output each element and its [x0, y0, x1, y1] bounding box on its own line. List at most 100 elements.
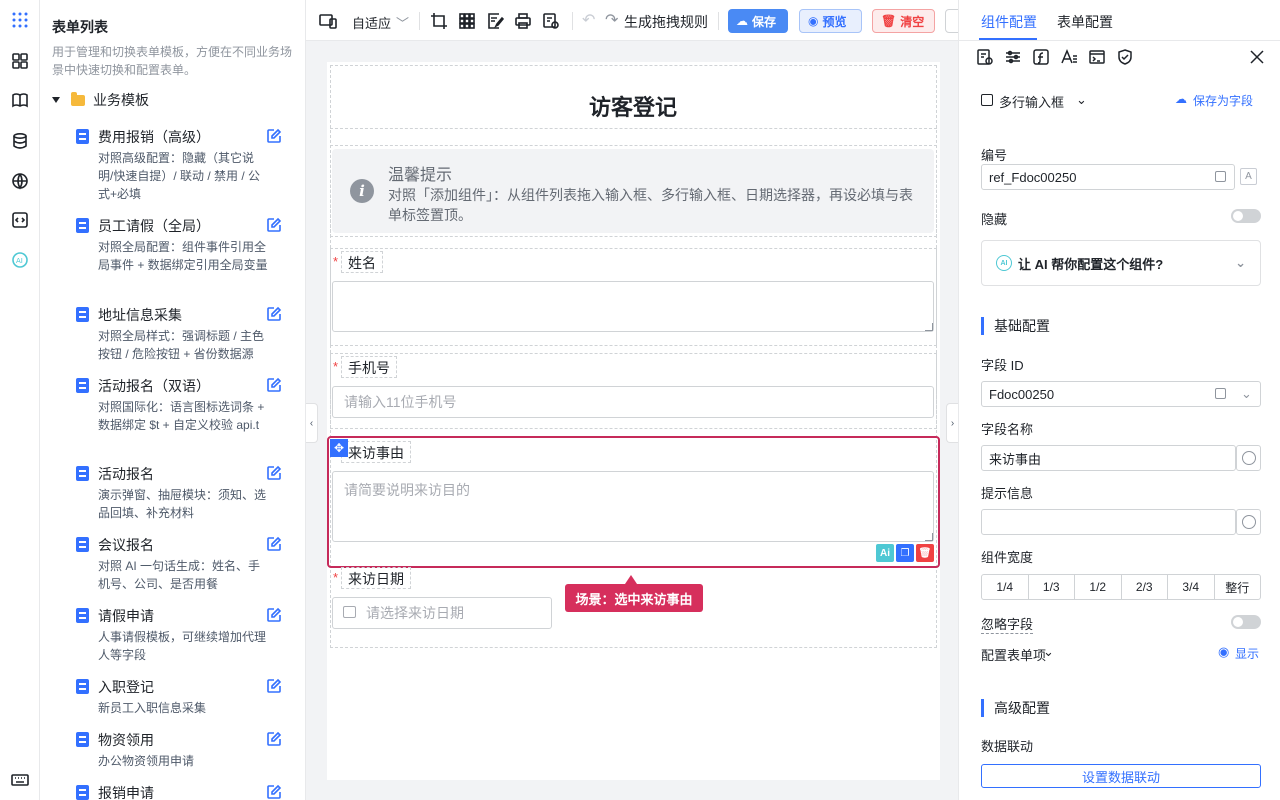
function-icon[interactable]	[1032, 48, 1050, 66]
ai-action-icon[interactable]: Ai	[876, 544, 894, 562]
width-option[interactable]: 1/2	[1075, 575, 1122, 599]
code-icon[interactable]	[10, 210, 30, 230]
globe-icon	[1242, 515, 1256, 529]
config-items-toggle[interactable]: 配置表单项	[981, 645, 1046, 664]
caret-down-icon	[52, 97, 60, 103]
sliders-icon[interactable]	[1004, 48, 1022, 66]
hint-input[interactable]	[981, 509, 1236, 535]
save-button[interactable]: ☁ 保存	[728, 9, 788, 33]
edit-icon[interactable]	[266, 128, 282, 144]
item-name: 物资领用	[98, 732, 154, 748]
document-icon	[76, 732, 89, 747]
ai-icon[interactable]: AI	[10, 250, 30, 270]
hidden-toggle[interactable]	[1231, 209, 1261, 223]
form-settings-icon[interactable]	[976, 48, 994, 66]
chevron-down-icon[interactable]: ⌄	[1241, 386, 1252, 402]
date-picker[interactable]: 请选择来访日期	[332, 597, 552, 629]
tree-group-business[interactable]: 业务模板	[52, 90, 149, 110]
field-name-input[interactable]: 来访事由	[981, 445, 1236, 471]
edit-icon[interactable]	[266, 784, 282, 800]
shield-icon[interactable]	[1116, 48, 1134, 66]
folder-icon	[71, 91, 85, 106]
ai-config-collapse[interactable]: AI 让 AI 帮你配置这个组件? ⌄	[981, 240, 1261, 286]
width-option[interactable]: 2/3	[1122, 575, 1168, 599]
book-icon[interactable]	[10, 90, 30, 110]
tab-form-config[interactable]: 表单配置	[1057, 12, 1113, 32]
width-option[interactable]: 1/4	[982, 575, 1029, 599]
copy-icon[interactable]	[1215, 171, 1226, 182]
terminal-icon[interactable]	[1088, 48, 1106, 66]
move-icon[interactable]: ✥	[330, 439, 348, 457]
ai-prompt-text: 让 AI 帮你配置这个组件?	[1018, 256, 1164, 272]
item-name: 地址信息采集	[98, 307, 182, 323]
ignore-field-label: 忽略字段	[981, 614, 1034, 634]
device-icon[interactable]	[319, 12, 337, 30]
collapse-right-button[interactable]: ›	[946, 403, 958, 443]
width-option[interactable]: 3/4	[1168, 575, 1215, 599]
edit-icon[interactable]	[266, 536, 282, 552]
tip-alert[interactable]: i 温馨提示 对照「添加组件」：从组件列表拖入输入框、多行输入框、日期选择器，再…	[332, 149, 934, 233]
component-type-select[interactable]: 多行输入框	[999, 92, 1064, 111]
text-style-icon[interactable]	[1060, 48, 1078, 66]
database-icon[interactable]	[10, 131, 30, 151]
keyboard-icon[interactable]	[10, 770, 30, 790]
phone-input[interactable]: 请输入11位手机号	[332, 386, 934, 418]
document-icon	[76, 537, 89, 552]
collapse-left-button[interactable]: ‹	[306, 403, 318, 443]
item-name: 入职登记	[98, 679, 154, 695]
icon-rail: AI	[0, 0, 40, 800]
edit-icon[interactable]	[266, 217, 282, 233]
text-format-icon[interactable]: A	[1240, 168, 1257, 185]
width-option[interactable]: 整行	[1215, 575, 1261, 599]
crop-icon[interactable]	[430, 12, 448, 30]
template-icon[interactable]	[542, 12, 560, 30]
print-icon[interactable]	[514, 12, 532, 30]
date-placeholder: 请选择来访日期	[366, 605, 464, 621]
save-as-field-button[interactable]: 保存为字段	[1193, 92, 1253, 109]
name-textarea[interactable]	[332, 281, 934, 332]
copy-icon[interactable]: ❐	[896, 544, 914, 562]
clear-label: 清空	[900, 14, 925, 29]
info-icon: i	[350, 179, 374, 203]
resize-handle[interactable]	[925, 323, 933, 331]
edit-icon[interactable]	[266, 678, 282, 694]
item-name: 报销申请	[98, 785, 154, 800]
show-button[interactable]: 显示	[1235, 645, 1259, 662]
width-option[interactable]: 1/3	[1029, 575, 1075, 599]
close-icon[interactable]	[1248, 48, 1266, 66]
delete-icon[interactable]: 🗑	[916, 544, 934, 562]
eye-icon: ◉	[1218, 644, 1230, 659]
editor-toolbar: 自适应 ﹀ ↶ ↷ 生成拖拽规则 ☁ 保存 ◉ 预览 🗑 清空	[306, 0, 965, 41]
generate-rules-button[interactable]: 生成拖拽规则	[624, 12, 708, 32]
edit-icon[interactable]	[266, 731, 282, 747]
tab-component-config[interactable]: 组件配置	[981, 12, 1037, 32]
selected-component-outline	[327, 436, 940, 568]
apps-grid-icon[interactable]	[10, 10, 30, 30]
item-desc: 新员工入职信息采集	[98, 701, 207, 715]
id-input[interactable]: ref_Fdoc00250	[981, 164, 1235, 190]
components-icon[interactable]	[10, 51, 30, 71]
ignore-field-toggle[interactable]	[1231, 615, 1261, 629]
form-list-panel: 表单列表 用于管理和切换表单模板，方便在不同业务场景中快速切换和配置表单。 业务…	[40, 0, 306, 800]
redo-icon[interactable]: ↷	[605, 10, 618, 30]
clear-button[interactable]: 🗑 清空	[872, 9, 935, 33]
form-title[interactable]: 访客登记	[330, 90, 936, 122]
edit-icon[interactable]	[266, 607, 282, 623]
copy-icon[interactable]	[1215, 388, 1226, 399]
grid-icon[interactable]	[458, 12, 476, 30]
edit-icon[interactable]	[266, 377, 282, 393]
edit-icon[interactable]	[266, 465, 282, 481]
field-id-label: 字段 ID	[981, 358, 1024, 373]
undo-icon[interactable]: ↶	[582, 10, 595, 30]
globe-icon[interactable]	[10, 171, 30, 191]
divider	[419, 12, 420, 30]
item-desc: 对照高级配置：隐藏（其它说明/快速自提）/ 联动 / 禁用 / 公式+必填	[98, 151, 261, 201]
edit-doc-icon[interactable]	[486, 12, 505, 30]
preview-button[interactable]: ◉ 预览	[799, 9, 862, 33]
zoom-select[interactable]: 自适应	[352, 13, 391, 32]
edit-icon[interactable]	[266, 306, 282, 322]
item-desc: 办公物资领用申请	[98, 754, 195, 768]
document-icon	[76, 679, 89, 694]
linkage-label: 数据联动	[981, 739, 1034, 754]
set-linkage-button[interactable]: 设置数据联动	[981, 764, 1261, 788]
